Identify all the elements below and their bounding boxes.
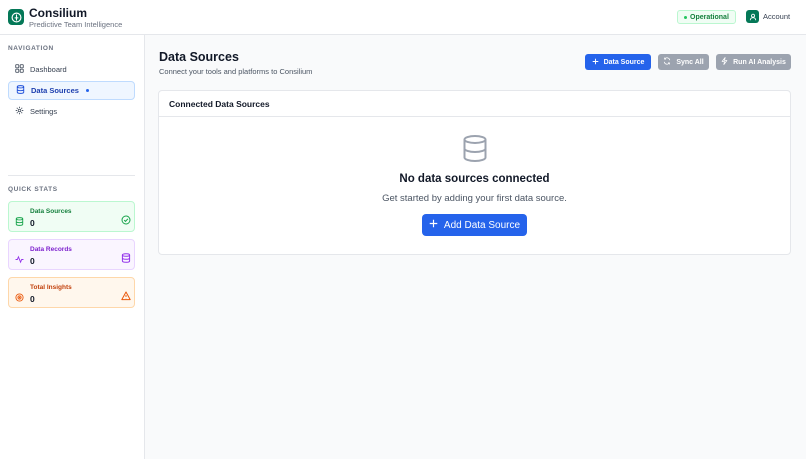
stats-heading: QUICK STATS [8,186,58,193]
top-bar: Consilium Predictive Team Intelligence O… [0,0,806,35]
sidebar-item-label: Dashboard [30,65,67,74]
refresh-icon [663,57,671,67]
stat-value: 0 [30,294,35,304]
database-icon [121,250,131,263]
sidebar-item-dashboard[interactable]: Dashboard [8,60,135,79]
account-label: Account [763,12,791,21]
account-button[interactable]: Account [746,10,790,23]
status-label: Operational [690,13,729,21]
sidebar-item-settings[interactable]: Settings [8,102,135,121]
stat-label: Total Insights [30,284,72,291]
check-circle-icon [121,212,131,225]
status-dot-icon [684,15,687,19]
activity-icon [15,251,24,264]
run-ai-analysis-label: Run AI Analysis [733,58,786,66]
active-indicator-icon [85,89,89,92]
add-data-source-cta-label: Add Data Source [443,219,521,231]
grid-icon [15,64,24,75]
gear-icon [15,106,24,117]
database-icon [15,213,24,226]
stat-card-data-records: Data Records 0 [8,239,135,270]
sidebar-item-label: Settings [30,107,58,116]
run-ai-analysis-button[interactable]: Run AI Analysis [716,54,791,70]
sidebar-item-label: Data Sources [31,86,79,95]
empty-state-subtitle: Get started by adding your first data so… [382,193,567,204]
database-icon [462,135,488,163]
stat-card-total-insights: Total Insights 0 [8,277,135,308]
nav-heading: NAVIGATION [8,45,54,52]
add-data-source-cta-button[interactable]: Add Data Source [422,214,527,236]
sync-all-label: Sync All [676,58,704,66]
stat-value: 0 [30,256,35,266]
database-icon [16,85,25,96]
add-data-source-button[interactable]: Data Source [585,54,651,70]
status-badge: Operational [677,10,736,24]
stat-card-data-sources: Data Sources 0 [8,201,135,232]
page-title: Data Sources [159,50,239,64]
user-icon [746,10,759,23]
card-title: Connected Data Sources [159,91,790,117]
plus-icon [592,58,599,67]
app-logo-icon [8,9,24,25]
page-subtitle: Connect your tools and platforms to Cons… [159,67,313,76]
sidebar: NAVIGATION Dashboard Data Sources Settin… [0,35,145,459]
add-data-source-label: Data Source [603,58,645,66]
lightning-icon [721,57,728,67]
plus-icon [429,219,438,231]
app-name: Consilium [29,6,88,20]
connected-sources-card: Connected Data Sources No data sources c… [158,90,791,255]
stat-label: Data Records [30,246,72,253]
warning-icon [121,288,131,301]
empty-state-title: No data sources connected [399,173,550,185]
stat-value: 0 [30,218,35,228]
sidebar-item-data-sources[interactable]: Data Sources [8,81,135,100]
sidebar-divider [8,175,135,176]
app-subtitle: Predictive Team Intelligence [29,20,123,29]
target-icon [15,289,24,302]
sync-all-button[interactable]: Sync All [658,54,709,70]
stat-label: Data Sources [30,208,72,215]
